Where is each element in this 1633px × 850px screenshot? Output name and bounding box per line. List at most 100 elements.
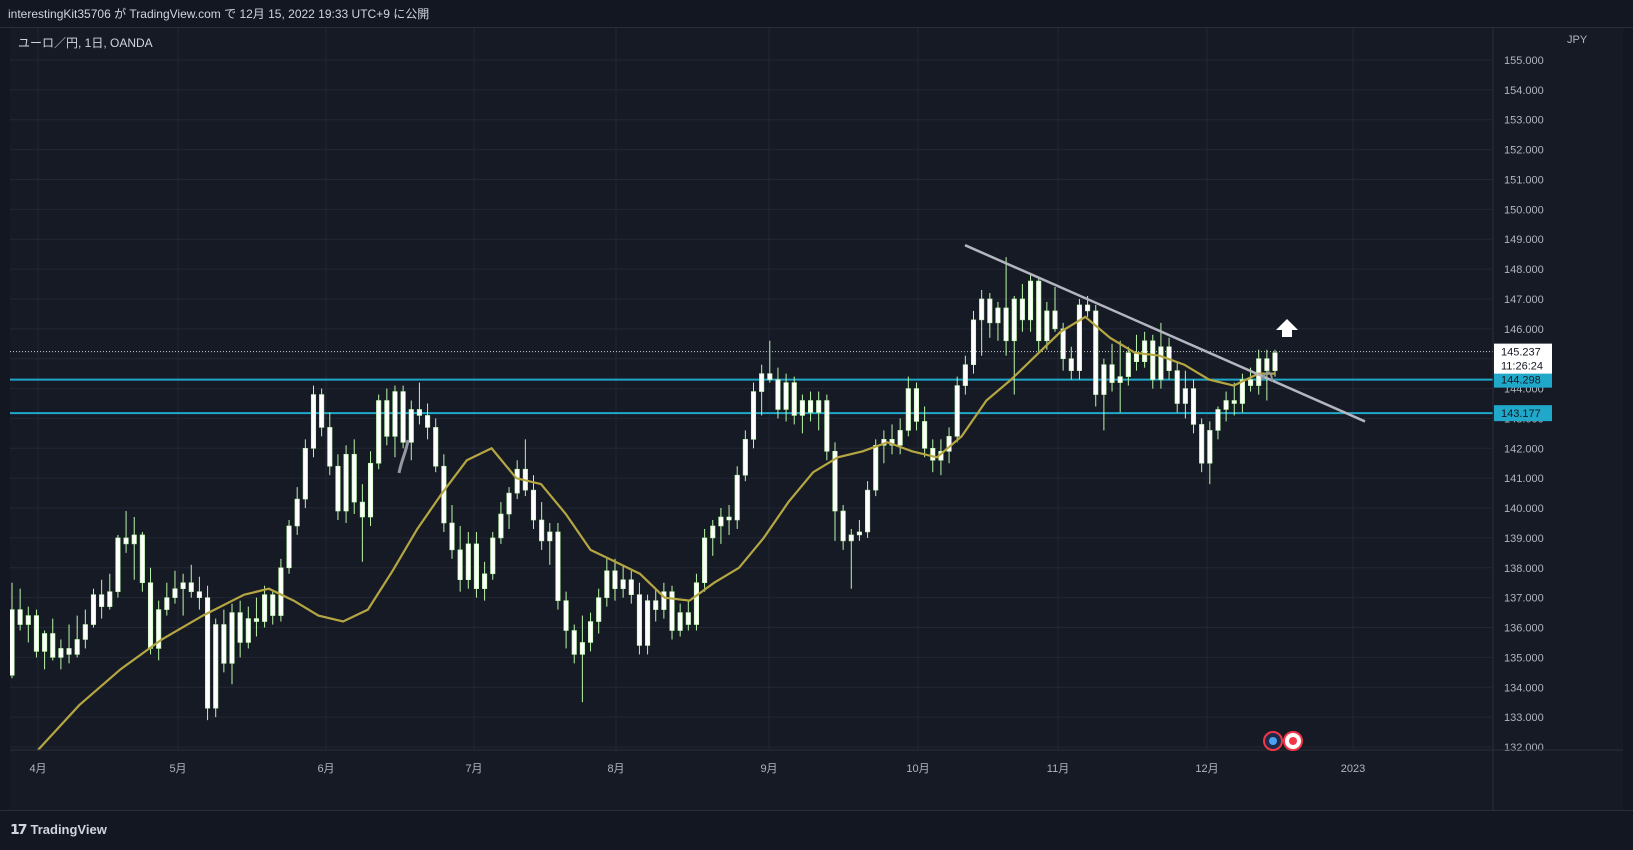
candle-up [58, 648, 64, 658]
candle-up [604, 570, 610, 598]
publish-line: interestingKit35706 が TradingView.com で … [8, 7, 430, 21]
candle-up [1117, 376, 1123, 383]
candle-down [808, 400, 814, 413]
candle-up [245, 618, 251, 643]
candle-down [571, 630, 577, 655]
time-tick-label: 6月 [317, 763, 334, 775]
candle-up [742, 439, 748, 476]
candle-down [726, 516, 732, 521]
time-tick-label: 7月 [465, 763, 482, 775]
candle-down [359, 501, 365, 518]
candle-up [302, 448, 308, 500]
publish-header: interestingKit35706 が TradingView.com で … [0, 0, 1633, 28]
candle-up [164, 597, 170, 610]
candle-down [1190, 388, 1197, 425]
time-tick-label: 11月 [1047, 763, 1069, 775]
candle-down [530, 489, 537, 521]
candle-up [367, 462, 374, 518]
candle-up [115, 537, 121, 592]
candle-down [319, 394, 325, 428]
candle-down [351, 453, 357, 503]
candle-down [1109, 364, 1115, 383]
candle-down [1060, 328, 1066, 359]
candle-up [82, 624, 88, 640]
level-price-label: 144.298 [1501, 375, 1541, 387]
candle-down [824, 400, 830, 452]
candle-down [237, 612, 243, 643]
candle-down [33, 615, 39, 652]
candle-down [1068, 358, 1074, 371]
candle-down [384, 400, 390, 437]
candle-down [913, 388, 920, 422]
candle-up [799, 400, 805, 416]
price-tick-label: 140.000 [1504, 503, 1544, 515]
price-tick-label: 147.000 [1504, 294, 1544, 306]
candle-up [310, 394, 317, 449]
price-tick-label: 151.000 [1504, 174, 1544, 186]
candle-up [677, 612, 683, 631]
candle-up [970, 319, 977, 365]
candle-down [612, 570, 618, 589]
candle-up [343, 453, 349, 512]
candle-down [685, 612, 691, 625]
currency-unit: JPY [1567, 34, 1588, 46]
candle-down [987, 298, 993, 324]
candle-down [930, 448, 936, 461]
candle-up [783, 382, 789, 410]
candle-down [473, 543, 479, 589]
grid [10, 28, 1623, 810]
countdown-label: 11:26:24 [1501, 361, 1543, 373]
candle-down [1199, 424, 1205, 464]
candle-down [457, 549, 463, 581]
tradingview-logo-icon: 𝟭𝟳 [10, 821, 28, 837]
candle-down [1036, 280, 1042, 342]
candle-down [221, 624, 227, 664]
candle-up [954, 385, 960, 437]
candle-down [66, 648, 72, 655]
price-tick-label: 153.000 [1504, 115, 1544, 127]
candle-up [865, 489, 871, 533]
candle-up [620, 579, 626, 589]
candle-up [1044, 310, 1050, 342]
tradingview-logo[interactable]: 𝟭𝟳 TradingView [10, 821, 107, 838]
candle-down [636, 594, 642, 646]
candle-up [547, 531, 553, 542]
candle-down [1052, 310, 1058, 330]
price-tick-label: 138.000 [1504, 563, 1544, 575]
candle-up [1272, 352, 1278, 371]
candle-down [840, 510, 846, 542]
candle-up [1182, 388, 1188, 404]
candle-down [563, 600, 569, 631]
candle-up [498, 513, 504, 539]
candle-down [400, 391, 406, 443]
candle-up [482, 573, 488, 589]
chart-area[interactable]: 132.000 133.000 134.000 135.000 136.000 137.0… [10, 28, 1623, 810]
candle-down [17, 609, 23, 625]
candle-down [767, 373, 773, 380]
last-price-label: 145.237 [1501, 347, 1541, 359]
candlestick-chart[interactable]: 132.000 133.000 134.000 135.000 136.000 137.0… [10, 28, 1623, 810]
candle-down [416, 409, 422, 416]
price-tick-label: 135.000 [1504, 652, 1544, 664]
candle-up [596, 597, 602, 622]
candle-down [653, 600, 659, 610]
earnings-icon-core [1289, 737, 1297, 745]
price-tick-label: 149.000 [1504, 234, 1544, 246]
candle-up [74, 639, 80, 655]
candle-down [1019, 298, 1025, 321]
candle-up [962, 364, 968, 386]
candle-up [718, 516, 724, 527]
candle-up [42, 633, 48, 652]
candle-down [1085, 304, 1091, 312]
candle-down [335, 465, 341, 512]
candle-up [506, 492, 512, 515]
footer-bar: 𝟭𝟳 TradingView [0, 810, 1633, 850]
candle-up [1125, 352, 1131, 377]
price-tick-label: 152.000 [1504, 145, 1544, 157]
candle-down [327, 427, 333, 467]
price-tick-label: 133.000 [1504, 712, 1544, 724]
candle-up [278, 567, 284, 616]
candle-down [1003, 307, 1009, 342]
candle-up [286, 525, 292, 569]
candle-up [848, 534, 854, 542]
